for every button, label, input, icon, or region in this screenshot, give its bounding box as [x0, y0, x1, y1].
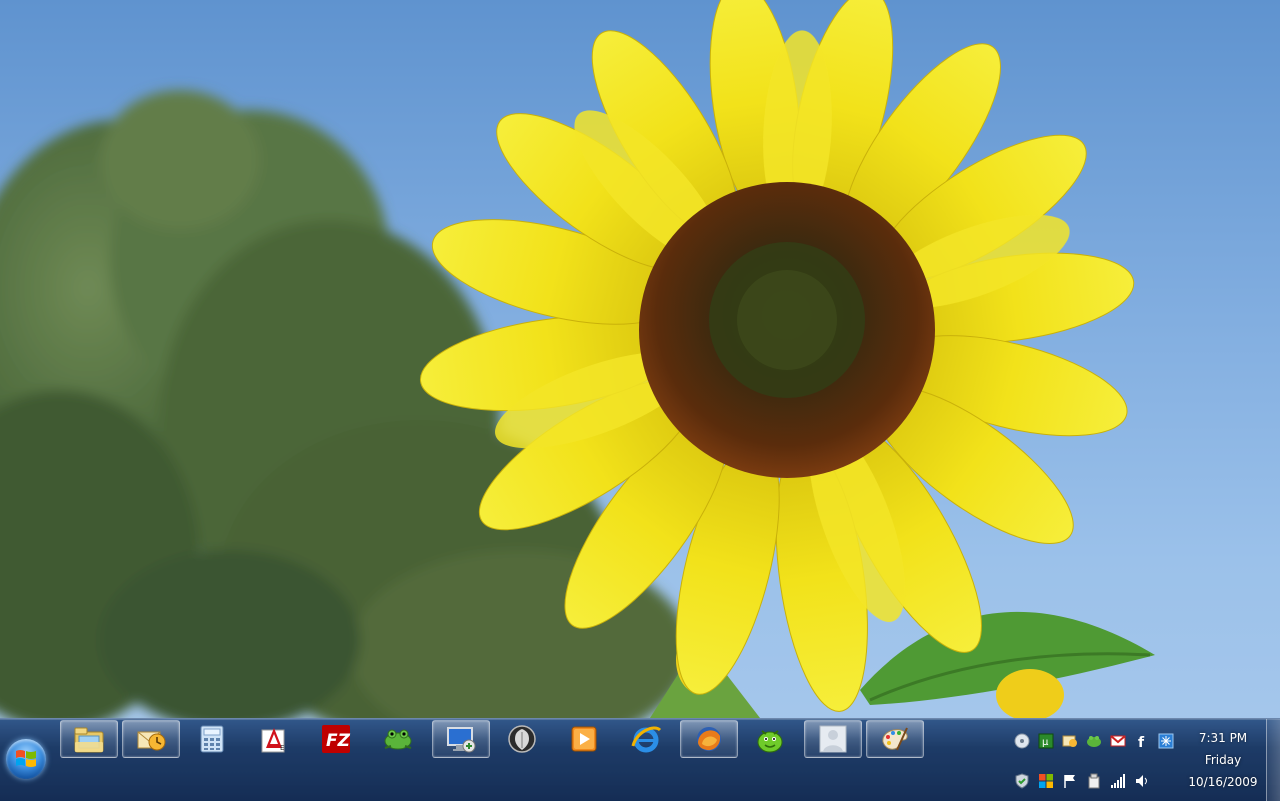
svg-text:μ: μ — [1042, 737, 1049, 748]
network-signal-icon[interactable] — [1110, 773, 1126, 789]
taskbar-button-frog-app[interactable] — [370, 721, 426, 757]
taskbar-button-internet-explorer[interactable] — [618, 721, 674, 757]
clock-date: 10/16/2009 — [1188, 775, 1258, 789]
taskbar-button-outlook[interactable] — [122, 720, 180, 758]
green-face-icon — [757, 730, 783, 753]
snowflake-icon[interactable] — [1158, 733, 1174, 749]
start-button[interactable] — [6, 739, 46, 779]
taskbar-button-shield-app[interactable] — [494, 721, 550, 757]
shield-icon — [508, 725, 536, 753]
remote-desktop-icon — [447, 727, 476, 753]
internet-explorer-icon — [631, 726, 662, 753]
taskbar-button-paint[interactable] — [866, 720, 924, 758]
media-play-icon — [571, 726, 597, 752]
windows-logo-icon — [16, 750, 36, 767]
windows-flag-icon[interactable] — [1038, 773, 1054, 789]
device-icon[interactable] — [1086, 773, 1102, 789]
clock-day: Friday — [1204, 753, 1242, 767]
taskbar-button-contacts[interactable] — [804, 720, 862, 758]
gmail-notifier-icon[interactable] — [1110, 733, 1126, 749]
show-desktop-button[interactable] — [1266, 719, 1280, 801]
notification-area: μ f — [1008, 719, 1178, 801]
svg-text:FZ: FZ — [326, 731, 351, 751]
calculator-icon — [200, 725, 224, 753]
system-clock[interactable]: 7:31 PM Friday 10/16/2009 — [1180, 727, 1266, 793]
folder-library-icon — [74, 727, 104, 753]
frog-tray-icon[interactable] — [1086, 733, 1102, 749]
taskbar: E FZ μ f 7:31 PM Friday 10/16/2009 — [0, 718, 1280, 801]
taskbar-button-media-player[interactable] — [556, 721, 612, 757]
svg-text:E: E — [280, 744, 284, 752]
svg-text:f: f — [1138, 735, 1145, 749]
paint-palette-icon — [882, 727, 908, 751]
filezilla-icon: FZ — [322, 725, 351, 753]
facebook-icon[interactable]: f — [1134, 733, 1150, 751]
firefox-icon — [697, 727, 721, 751]
taskbar-button-firefox[interactable] — [680, 720, 738, 758]
security-shield-icon[interactable] — [1014, 773, 1030, 789]
desktop-wallpaper — [0, 0, 1280, 718]
frog-icon — [384, 729, 412, 750]
taskbar-button-windows-explorer[interactable] — [60, 720, 118, 758]
clock-time: 7:31 PM — [1198, 731, 1248, 745]
user-silhouette-icon — [819, 725, 847, 753]
taskbar-button-filezilla[interactable]: FZ — [308, 721, 364, 757]
taskbar-button-chat-app[interactable] — [742, 721, 798, 757]
outlook-tray-icon[interactable] — [1062, 733, 1078, 749]
taskbar-button-acrobat[interactable]: E — [246, 721, 302, 757]
volume-icon[interactable] — [1134, 773, 1150, 789]
envelope-clock-icon — [137, 731, 166, 751]
cd-icon[interactable] — [1014, 733, 1030, 749]
taskbar-button-remote-desktop[interactable] — [432, 720, 490, 758]
utorrent-icon[interactable]: μ — [1038, 733, 1054, 749]
taskbar-button-calculator[interactable] — [184, 721, 240, 757]
action-center-flag-icon[interactable] — [1062, 773, 1078, 789]
acrobat-icon: E — [261, 728, 285, 753]
